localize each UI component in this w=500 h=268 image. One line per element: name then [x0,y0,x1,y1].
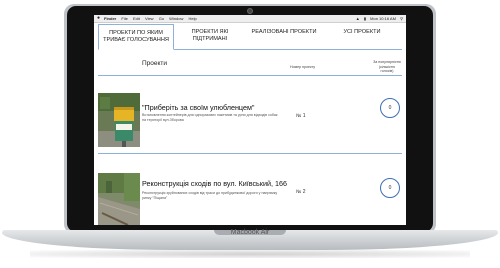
tab-implemented-projects[interactable]: РЕАЛІЗОВАНІ ПРОЕКТИ [246,24,322,50]
battery-icon[interactable]: ▮ [364,16,366,21]
row-divider [98,153,402,154]
project-1-number: № 1 [296,113,306,119]
laptop-screen: ● Finder File Edit View Go Window Help ▲… [94,15,406,225]
column-header-projects[interactable]: Проекти [142,60,167,67]
apple-icon[interactable]: ● [97,15,100,22]
project-1-vote-count[interactable]: 0 [380,98,400,118]
laptop-shadow [30,250,470,258]
project-2-description: Реконструкція зруйнованих сходів від тра… [142,191,278,200]
project-2-vote-count[interactable]: 0 [380,178,400,198]
project-2-number: № 2 [296,189,306,195]
menu-file[interactable]: File [121,16,127,21]
menu-go[interactable]: Go [159,16,164,21]
project-1-description: Встановлення контейнерів для одноразових… [142,113,278,122]
wifi-icon[interactable]: ▲ [356,16,360,21]
column-header-votes[interactable]: За популярністю (кількістю голосів) [372,60,402,74]
spotlight-search-icon[interactable]: ⚲ [400,16,403,21]
menubar-clock[interactable]: Mon 10:16 AM [370,16,396,21]
header-divider [98,75,402,76]
device-brand-label: Macbook Air [230,229,270,236]
project-2-title[interactable]: Реконструкція сходів по вул. Київський, … [142,179,287,188]
tab-supported-projects[interactable]: ПРОЕКТИ ЯКІ ПІДТРИМАНІ [174,24,246,50]
project-2-image[interactable] [98,173,140,225]
mac-menubar: ● Finder File Edit View Go Window Help ▲… [94,15,406,23]
project-1-image[interactable] [98,93,140,147]
menu-view[interactable]: View [145,16,154,21]
menu-window[interactable]: Window [169,16,183,21]
menu-app-name[interactable]: Finder [104,16,116,21]
camera-icon [247,8,253,14]
menu-help[interactable]: Help [189,16,197,21]
tab-voting-projects[interactable]: ПРОЕКТИ ПО ЯКИМ ТРИВАЄ ГОЛОСУВАННЯ [98,24,174,50]
project-tabs: ПРОЕКТИ ПО ЯКИМ ТРИВАЄ ГОЛОСУВАННЯ ПРОЕК… [98,24,402,50]
menu-edit[interactable]: Edit [133,16,140,21]
column-header-number[interactable]: Номер проекту [290,65,315,69]
project-1-title[interactable]: "Приберіть за своїм улюбленцем" [142,103,254,112]
tab-all-projects[interactable]: УСІ ПРОЕКТИ [322,24,402,50]
